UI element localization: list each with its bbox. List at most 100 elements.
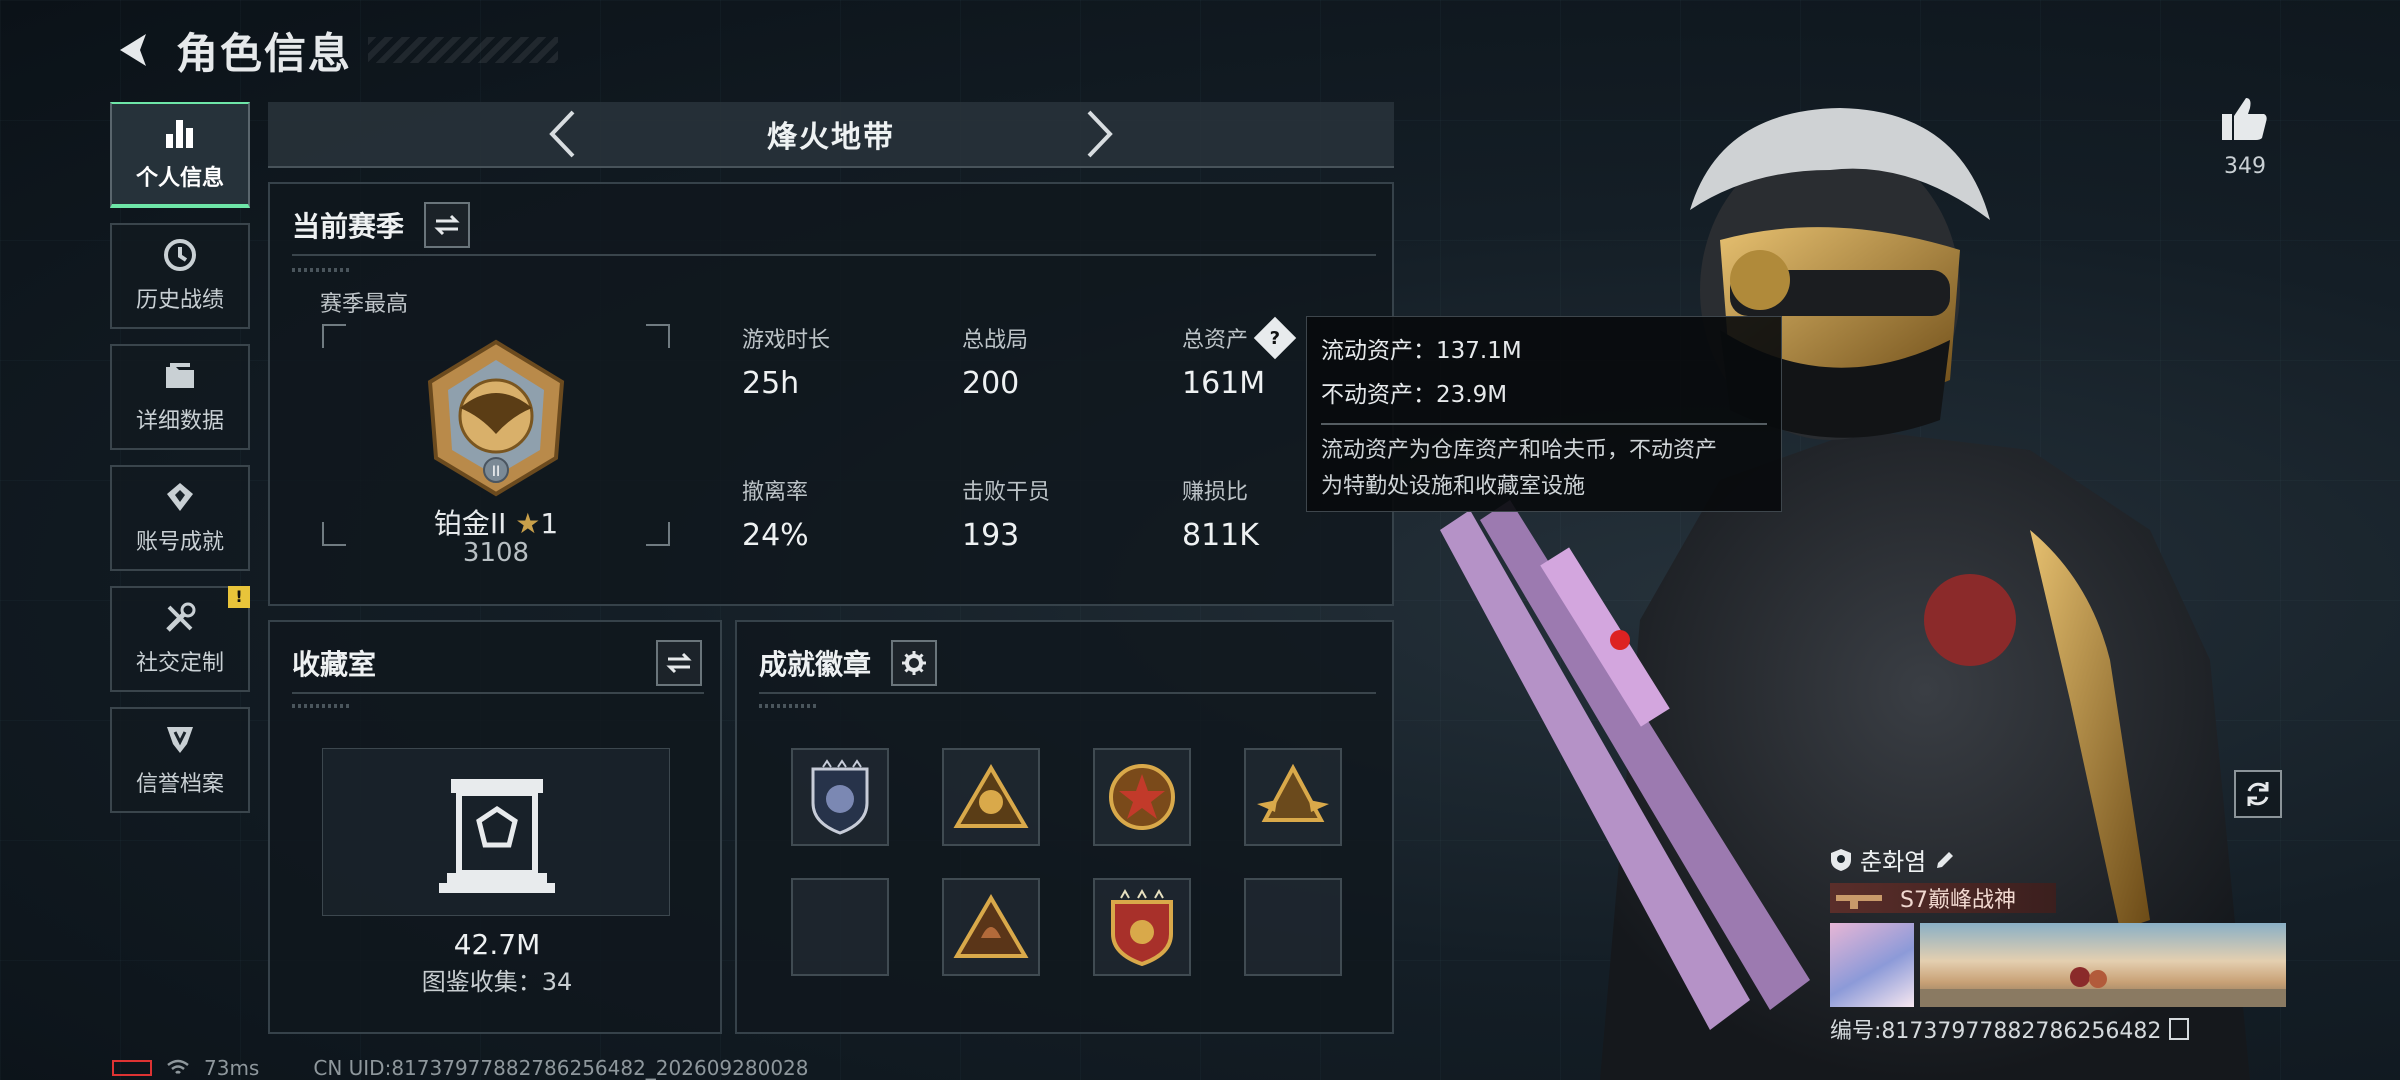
- tooltip-note-line-2: 为特勤处设施和收藏室设施: [1321, 474, 1586, 499]
- sidebar-item-label: 账号成就: [135, 530, 224, 555]
- page-header: 角色信息: [110, 22, 559, 78]
- history-clock-icon: [164, 239, 196, 271]
- frame-corner: [646, 324, 670, 348]
- current-season-panel: 当前赛季 赛季最高 II 铂金II ★1 3108 游戏时长 25h 总战局 2…: [268, 182, 1394, 606]
- badge-slot-1[interactable]: [791, 748, 889, 846]
- bar-chart-icon: [166, 120, 193, 148]
- edit-pencil-icon[interactable]: [1934, 849, 1956, 871]
- refresh-button[interactable]: [2234, 770, 2282, 818]
- frame-corner: [322, 324, 346, 348]
- back-button[interactable]: [110, 28, 154, 72]
- collection-switch-button[interactable]: [656, 640, 702, 686]
- like-button[interactable]: 349: [2210, 94, 2280, 179]
- status-bar: 73ms CN UID:81737977882786256482_2026092…: [112, 1056, 809, 1080]
- winged-gold-badge-icon: [1257, 764, 1329, 822]
- stat-label: 总战局: [962, 328, 1029, 353]
- season-best-label: 赛季最高: [320, 292, 409, 317]
- assets-help-button[interactable]: ?: [1253, 316, 1297, 360]
- sidebar-item-personal-info[interactable]: 个人信息: [110, 102, 250, 208]
- platinum-rank-medal-icon: II: [427, 339, 565, 497]
- stat-value: 24%: [742, 518, 809, 553]
- avatar[interactable]: [1830, 923, 1914, 1007]
- stat-play-time: 游戏时长 25h: [742, 322, 942, 401]
- chevron-left-icon: [549, 110, 575, 158]
- sidebar-item-achievements[interactable]: 账号成就: [110, 465, 250, 571]
- profile-banner[interactable]: [1920, 923, 2286, 1007]
- sidebar-item-history[interactable]: 历史战绩: [110, 223, 250, 329]
- sidebar-item-label: 个人信息: [135, 166, 224, 191]
- player-name: 춘화염: [1860, 848, 1927, 876]
- gear-icon: [902, 651, 927, 675]
- badge-slot-2[interactable]: [942, 748, 1040, 846]
- stat-total-matches: 总战局 200: [962, 322, 1162, 401]
- mode-title: 烽火地带: [767, 120, 895, 155]
- notification-badge: !: [228, 586, 250, 608]
- collection-count: 图鉴收集：34: [421, 968, 573, 996]
- wifi-icon: [167, 1059, 189, 1074]
- star-gold-badge-icon: [1109, 764, 1175, 830]
- divider: [759, 692, 1376, 694]
- tooltip-divider: [1321, 423, 1767, 425]
- copy-icon[interactable]: [2169, 1018, 2190, 1040]
- mode-next-button[interactable]: [1075, 106, 1125, 162]
- rank-display: II 铂金II ★1 3108: [322, 324, 670, 568]
- tooltip-note-line-1: 流动资产为仓库资产和哈夫币，不动资产: [1321, 438, 1718, 463]
- rank-name-text: 铂金II: [433, 507, 507, 540]
- divider: [292, 254, 1376, 256]
- title-decoration: [368, 37, 559, 63]
- stat-label: 游戏时长: [742, 328, 831, 353]
- stat-value: 200: [962, 366, 1020, 401]
- tooltip-fixed-assets: 不动资产：23.9M: [1321, 382, 1508, 408]
- rank-star-icon: ★: [515, 507, 541, 540]
- mode-selector: 烽火地带: [268, 102, 1394, 168]
- sidebar-item-label: 信誉档案: [135, 772, 224, 797]
- stat-value: 25h: [742, 366, 800, 401]
- rank-name: 铂金II ★1: [322, 502, 670, 542]
- player-title-badge: S7巅峰战神: [1830, 883, 2056, 913]
- player-card: 춘화염 S7巅峰战神 编号:81737977882786256482: [1830, 842, 2290, 1045]
- divider: [292, 692, 704, 694]
- badge-slot-5-empty[interactable]: [791, 878, 889, 976]
- tooltip-liquid-assets: 流动资产：137.1M: [1321, 338, 1522, 364]
- page-title: 角色信息: [176, 28, 353, 78]
- sidebar-item-detailed-data[interactable]: 详细数据: [110, 344, 250, 450]
- shield-badge-icon: [811, 759, 869, 835]
- collection-room-panel: 收藏室 42.7M 图鉴收集：34: [268, 620, 722, 1034]
- badges-settings-button[interactable]: [891, 640, 938, 686]
- sidebar-item-credit-record[interactable]: 信誉档案: [110, 707, 250, 813]
- badge-slot-8-empty[interactable]: [1244, 878, 1342, 976]
- back-arrow-icon: [120, 34, 146, 66]
- battery-icon: [112, 1060, 152, 1076]
- sidebar-item-label: 历史战绩: [135, 288, 224, 313]
- badge-slot-7[interactable]: [1093, 878, 1191, 976]
- mode-prev-button[interactable]: [537, 106, 587, 162]
- stat-extraction-rate: 撤离率 24%: [742, 474, 942, 553]
- switch-arrows-icon: [434, 214, 460, 236]
- switch-arrows-icon: [666, 652, 692, 674]
- rank-score: 3108: [462, 538, 530, 568]
- badges-panel-title: 成就徽章: [759, 648, 872, 681]
- sidebar-item-label: 社交定制: [135, 651, 224, 676]
- sidebar-item-social-custom[interactable]: 社交定制 !: [110, 586, 250, 692]
- like-count: 349: [2224, 154, 2266, 179]
- assets-tooltip: 流动资产：137.1M 不动资产：23.9M 流动资产为仓库资产和哈夫币，不动资…: [1306, 316, 1782, 512]
- profile-cards: [1830, 923, 2290, 1007]
- triangle-helmet-badge-icon: [953, 894, 1029, 958]
- badge-slot-3[interactable]: [1093, 748, 1191, 846]
- folder-icon: [166, 363, 194, 388]
- rank-star-count: 1: [540, 507, 559, 540]
- weapon-icon: [1836, 895, 1882, 909]
- stat-value: 811K: [1182, 518, 1259, 553]
- badge-slot-6[interactable]: [942, 878, 1040, 976]
- season-switch-button[interactable]: [424, 202, 471, 248]
- triangle-gold-badge-icon: [953, 764, 1029, 828]
- collection-value: 42.7M: [453, 928, 541, 961]
- player-title: S7巅峰战神: [1900, 888, 2016, 913]
- stat-operators-defeated: 击败干员 193: [962, 474, 1162, 553]
- collection-room-preview[interactable]: [322, 748, 670, 916]
- uid-text: CN UID:81737977882786256482_202609280028: [313, 1056, 809, 1080]
- badge-slot-4[interactable]: [1244, 748, 1342, 846]
- divider-ticks: [759, 704, 819, 708]
- ping-value: 73ms: [204, 1056, 260, 1080]
- svg-text:II: II: [492, 464, 500, 480]
